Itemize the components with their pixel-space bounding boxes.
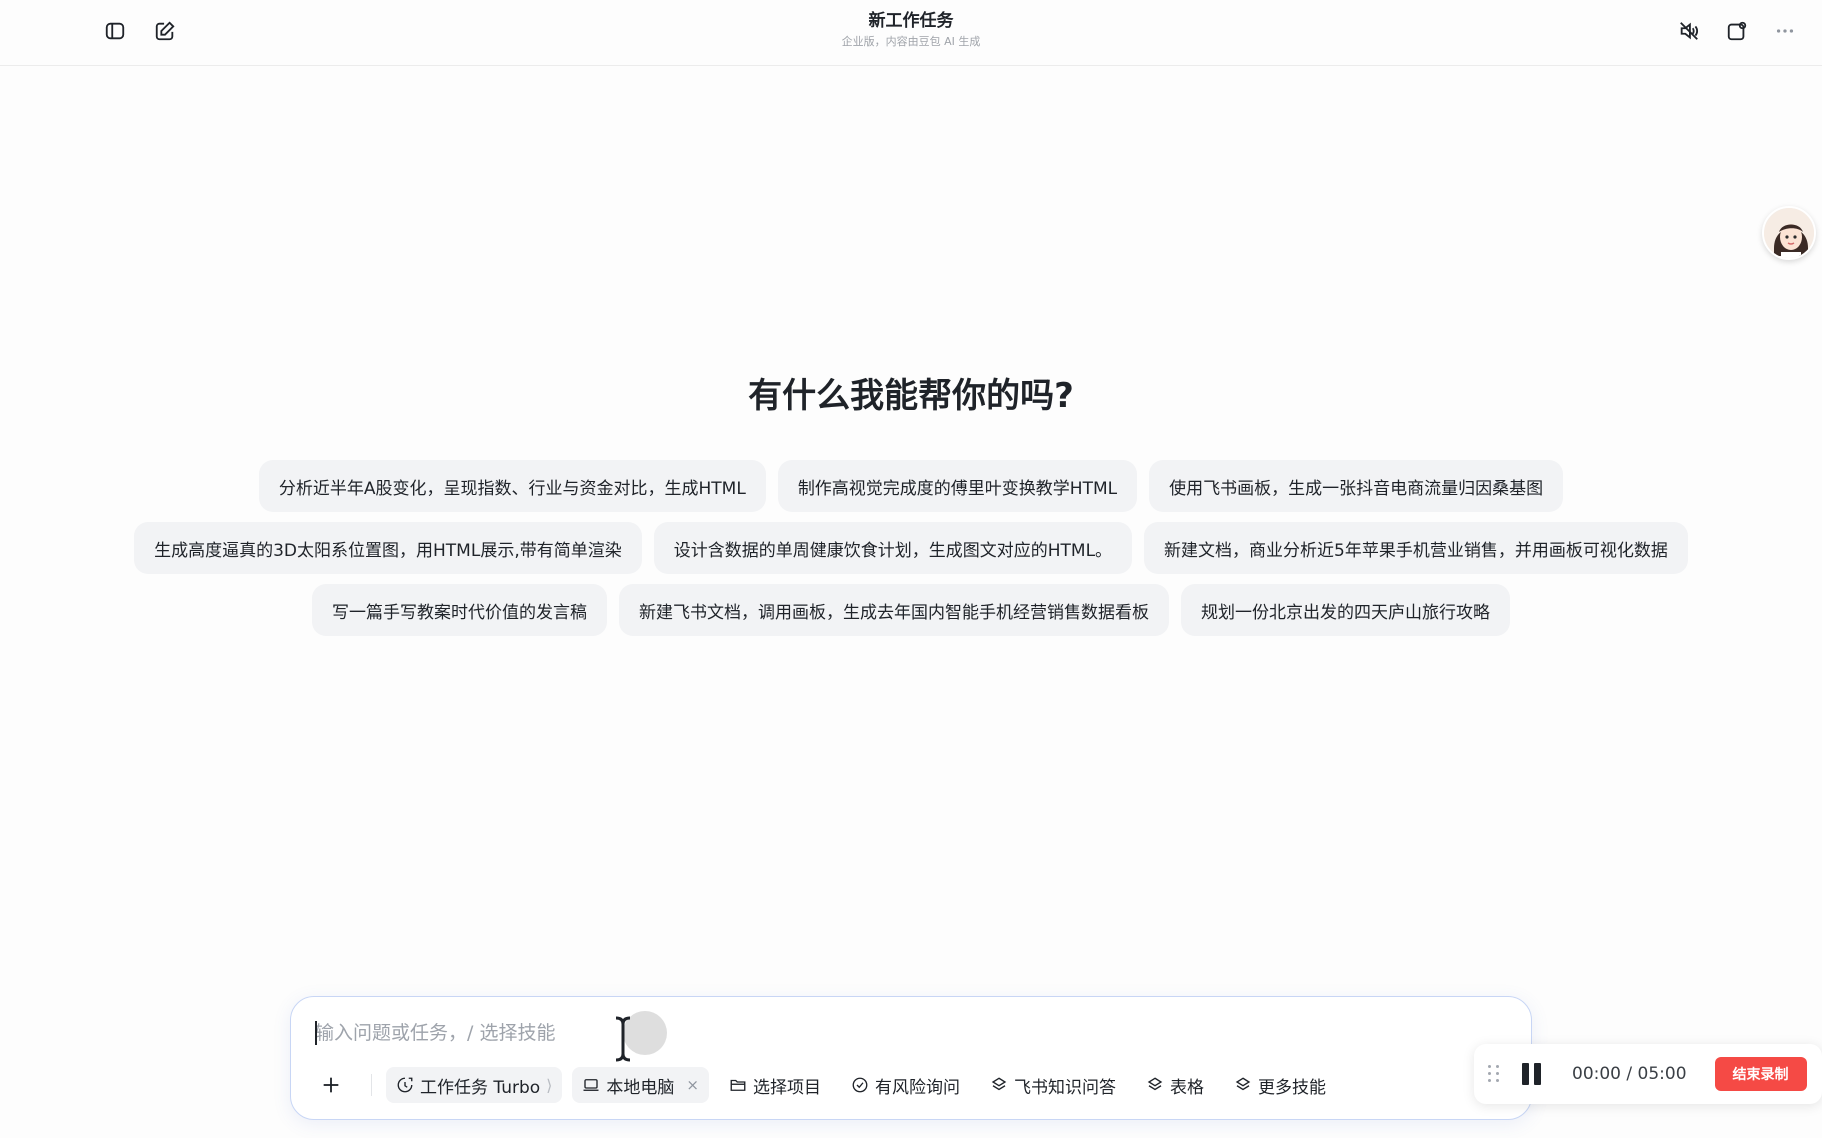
time-limit: 05:00 <box>1637 1064 1687 1084</box>
select-project-button[interactable]: 选择项目 <box>719 1067 831 1103</box>
suggestion-chip[interactable]: 制作高视觉完成度的傅里叶变换教学HTML <box>777 460 1138 512</box>
task-mode-icon <box>397 1077 413 1093</box>
knowledge-qa-button[interactable]: 飞书知识问答 <box>980 1067 1126 1103</box>
risk-label: 有风险询问 <box>875 1077 960 1098</box>
suggestion-row-1: 分析近半年A股变化，呈现指数、行业与资金对比，生成HTML 制作高视觉完成度的傅… <box>0 460 1822 512</box>
drag-handle-icon[interactable] <box>1488 1065 1502 1083</box>
composer-toolbar: 工作任务 Turbo ⟩ 本地电脑 × 选择项目 有风险询问 飞书知识问答 表格… <box>313 1065 1336 1105</box>
device-label: 本地电脑 <box>606 1077 675 1098</box>
recording-timer: 00:00 / 05:00 <box>1572 1064 1687 1084</box>
more-dots-icon <box>1776 29 1794 33</box>
suggestion-row-3: 写一篇手写教案时代价值的发言稿 新建飞书文档，调用画板，生成去年国内智能手机经营… <box>0 584 1822 636</box>
prompt-input[interactable] <box>313 1017 873 1049</box>
app-page: 新工作任务 企业版，内容由豆包 AI 生成 有什么我能帮你的吗? 分析近半年A股… <box>0 0 1822 1138</box>
more-skills-button[interactable]: 更多技能 <box>1224 1067 1336 1103</box>
layers-icon <box>1235 1077 1251 1091</box>
suggestion-chip[interactable]: 设计含数据的单周健康饮食计划，生成图文对应的HTML。 <box>653 522 1133 574</box>
text-caret <box>315 1021 317 1045</box>
check-circle-icon <box>852 1077 868 1093</box>
more-skills-label: 更多技能 <box>1258 1077 1326 1098</box>
sheet-skill-button[interactable]: 表格 <box>1136 1067 1214 1103</box>
knowledge-label: 飞书知识问答 <box>1014 1077 1116 1098</box>
time-separator: / <box>1626 1064 1633 1084</box>
suggestion-chip[interactable]: 使用飞书画板，生成一张抖音电商流量归因桑基图 <box>1149 460 1564 512</box>
suggestion-chip[interactable]: 分析近半年A股变化，呈现指数、行业与资金对比，生成HTML <box>258 460 766 512</box>
mode-label: 工作任务 Turbo <box>420 1077 541 1098</box>
new-window-button[interactable] <box>1722 16 1752 46</box>
folder-icon <box>730 1079 746 1091</box>
page-title: 新工作任务 <box>868 11 954 31</box>
suggestion-chip[interactable]: 新建文档，商业分析近5年苹果手机营业销售，并用画板可视化数据 <box>1144 522 1688 574</box>
ibeam-cursor-icon <box>615 1016 631 1062</box>
mute-button[interactable] <box>1674 16 1704 46</box>
suggestion-row-2: 生成高度逼真的3D太阳系位置图，用HTML展示,带有简单渲染 设计含数据的单周健… <box>0 522 1822 574</box>
layers-icon <box>1147 1077 1163 1091</box>
sheet-label: 表格 <box>1170 1077 1204 1098</box>
add-attachment-button[interactable] <box>313 1067 349 1103</box>
suggestion-chip[interactable]: 写一篇手写教案时代价值的发言稿 <box>312 584 607 636</box>
layers-icon <box>991 1077 1007 1091</box>
top-header: 新工作任务 企业版，内容由豆包 AI 生成 <box>0 0 1822 66</box>
header-right-actions <box>1674 16 1800 46</box>
prompt-composer: 工作任务 Turbo ⟩ 本地电脑 × 选择项目 <box>290 996 1532 1120</box>
header-title-block: 新工作任务 企业版，内容由豆包 AI 生成 <box>0 10 1822 49</box>
assistant-avatar[interactable] <box>1762 206 1816 260</box>
mode-chevron: ⟩ <box>546 1075 553 1095</box>
elapsed-time: 00:00 <box>1572 1064 1621 1084</box>
plus-icon <box>323 1077 339 1093</box>
end-recording-button[interactable]: 结束录制 <box>1714 1057 1807 1091</box>
device-selector[interactable]: 本地电脑 × <box>572 1067 709 1103</box>
speaker-muted-icon <box>1680 22 1699 40</box>
laptop-icon <box>583 1079 599 1091</box>
pause-bar <box>1522 1063 1529 1085</box>
suggestion-chip[interactable]: 生成高度逼真的3D太阳系位置图，用HTML展示,带有简单渲染 <box>134 522 642 574</box>
recording-controls: 00:00 / 05:00 结束录制 <box>1474 1044 1822 1104</box>
suggestion-chip[interactable]: 规划一份北京出发的四天庐山旅行攻略 <box>1181 584 1510 636</box>
welcome-heading: 有什么我能帮你的吗? <box>748 376 1074 416</box>
new-window-icon <box>1727 21 1747 41</box>
risk-confirm-toggle[interactable]: 有风险询问 <box>841 1067 970 1103</box>
pause-bar <box>1534 1063 1541 1085</box>
page-subtitle: 企业版，内容由豆包 AI 生成 <box>841 35 981 48</box>
remove-device-button[interactable]: × <box>686 1076 699 1094</box>
pause-recording-button[interactable] <box>1522 1063 1544 1085</box>
avatar-face-icon <box>1764 208 1814 258</box>
toolbar-divider <box>371 1074 372 1096</box>
project-label: 选择项目 <box>753 1077 821 1098</box>
more-options-button[interactable] <box>1770 16 1800 46</box>
mode-selector[interactable]: 工作任务 Turbo ⟩ <box>386 1067 563 1103</box>
suggestion-chip[interactable]: 新建飞书文档，调用画板，生成去年国内智能手机经营销售数据看板 <box>619 584 1169 636</box>
